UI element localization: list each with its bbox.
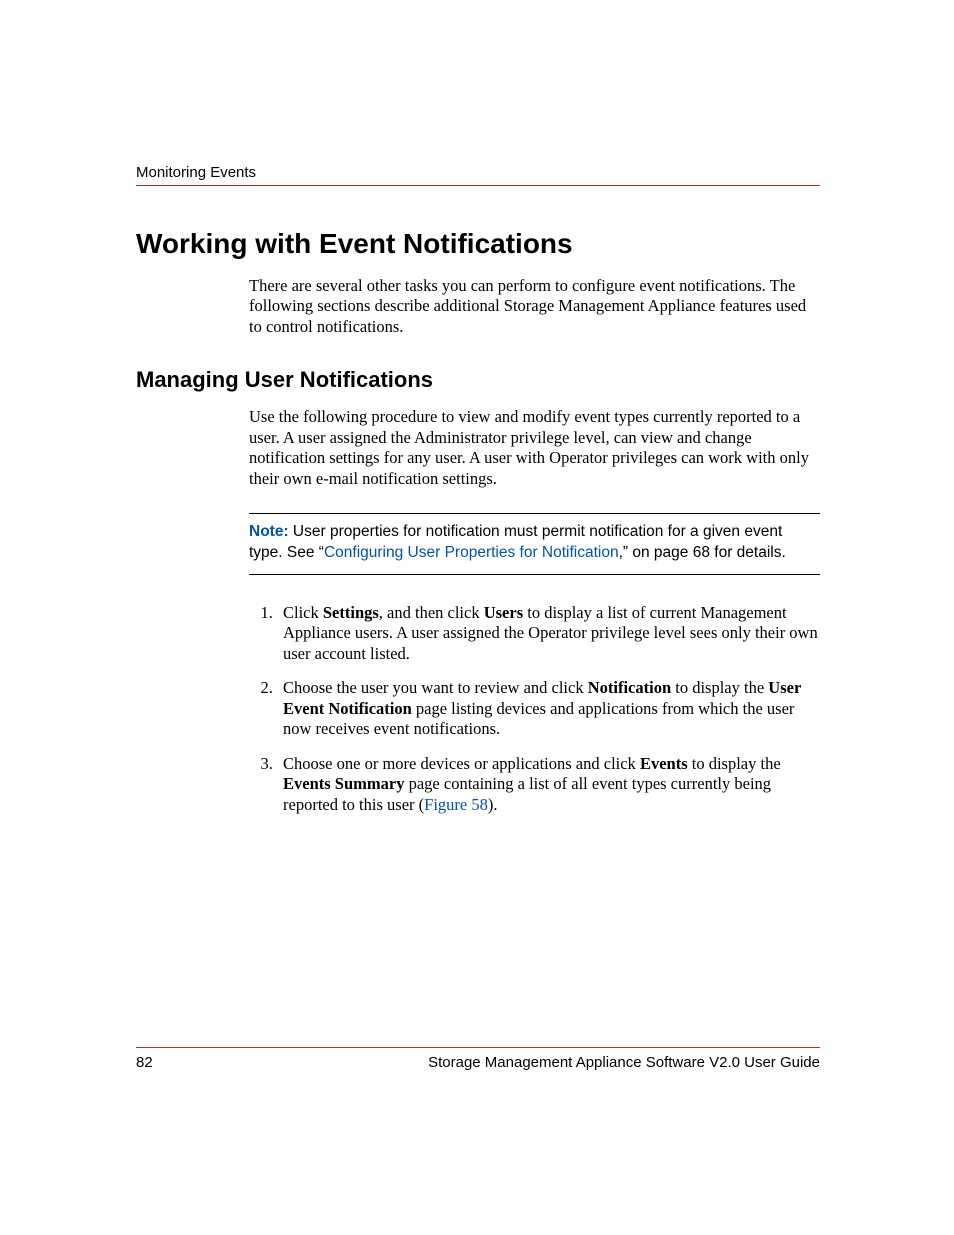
step-text: , and then click <box>379 603 484 622</box>
footer-title: Storage Management Appliance Software V2… <box>428 1054 820 1071</box>
step-text: Choose one or more devices or applicatio… <box>283 754 640 773</box>
step-text: Click <box>283 603 323 622</box>
page-number: 82 <box>136 1054 153 1071</box>
header-rule <box>136 185 820 186</box>
step-text: ). <box>488 795 498 814</box>
body-paragraph: Use the following procedure to view and … <box>249 407 820 489</box>
footer-rule <box>136 1047 820 1048</box>
note-label: Note: <box>249 523 289 540</box>
running-header: Monitoring Events <box>136 164 820 181</box>
intro-paragraph: There are several other tasks you can pe… <box>249 276 820 337</box>
step-bold: Users <box>484 603 523 622</box>
step-3: Choose one or more devices or applicatio… <box>277 754 820 815</box>
step-2: Choose the user you want to review and c… <box>277 678 820 739</box>
ordered-steps: Click Settings, and then click Users to … <box>249 603 820 815</box>
step-text: to display the <box>671 678 768 697</box>
step-bold: Notification <box>588 678 671 697</box>
heading-2: Managing User Notifications <box>136 367 820 393</box>
heading-1: Working with Event Notifications <box>136 228 820 260</box>
step-text: to display the <box>688 754 781 773</box>
page-footer: 82 Storage Management Appliance Software… <box>136 1047 820 1071</box>
step-bold: Events <box>640 754 688 773</box>
note-box: Note: User properties for notification m… <box>249 513 820 575</box>
step-bold: Settings <box>323 603 379 622</box>
note-text-after: ,” on page 68 for details. <box>619 544 786 561</box>
figure-link[interactable]: Figure 58 <box>424 795 488 814</box>
note-link[interactable]: Configuring User Properties for Notifica… <box>324 544 619 561</box>
step-text: Choose the user you want to review and c… <box>283 678 588 697</box>
step-bold: Events Summary <box>283 774 404 793</box>
step-1: Click Settings, and then click Users to … <box>277 603 820 664</box>
